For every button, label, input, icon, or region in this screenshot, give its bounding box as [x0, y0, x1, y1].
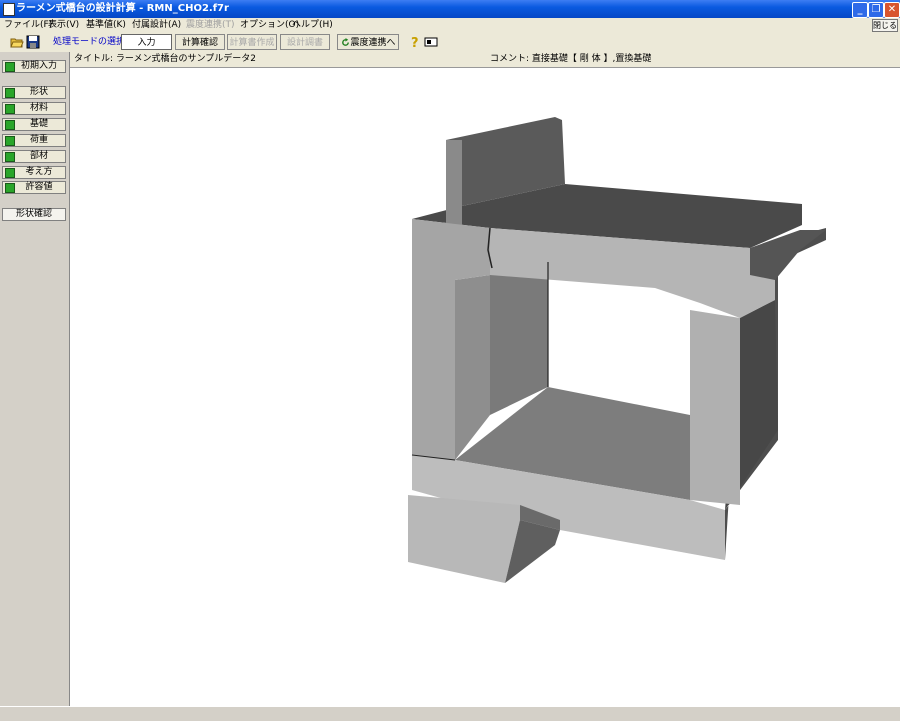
sidebar-item-foundation[interactable]: 基礎	[2, 118, 66, 131]
menu-help[interactable]: ヘルプ(H)	[292, 19, 333, 31]
menu-attached-design[interactable]: 付属設計(A)	[132, 19, 181, 31]
check-icon	[5, 183, 15, 193]
seismic-link-button[interactable]: 震度連携へ	[337, 34, 399, 50]
report-create-button[interactable]: 計算書作成	[227, 34, 277, 50]
card-icon[interactable]	[424, 35, 438, 49]
data-title: タイトル: ラーメン式橋台のサンプルデータ2	[74, 54, 256, 64]
shape-confirm-tab[interactable]: 形状確認	[2, 208, 66, 221]
menu-standard[interactable]: 基準値(K)	[86, 19, 126, 31]
close-button[interactable]: ✕	[884, 2, 900, 18]
mode-label: 処理モードの選択	[53, 37, 126, 47]
sidebar-item-member[interactable]: 部材	[2, 150, 66, 163]
menu-view[interactable]: 表示(V)	[48, 19, 79, 31]
refresh-icon	[342, 38, 349, 46]
check-icon	[5, 62, 15, 72]
data-comment: コメント: 直接基礎【 剛 体 】,置換基礎	[490, 54, 652, 64]
abutment-3d-model	[408, 117, 826, 583]
toolbar: 処理モードの選択 入力 計算確認 計算書作成 設計調書 震度連携へ ?	[0, 32, 900, 53]
status-bar	[0, 706, 900, 721]
sidebar-item-material[interactable]: 材料	[2, 102, 66, 115]
app-icon	[3, 3, 15, 16]
sidebar: 初期入力 形状 材料 基礎 荷重 部材 考え方 許容値 形状確認	[0, 52, 70, 706]
check-icon	[5, 104, 15, 114]
title-bar: ラーメン式橋台の設計計算 - RMN_CHO2.f7r _ ❐ ✕	[0, 0, 900, 18]
check-icon	[5, 88, 15, 98]
svg-text:?: ?	[411, 36, 419, 49]
sidebar-item-initial-input[interactable]: 初期入力	[2, 60, 66, 73]
open-folder-icon[interactable]	[10, 35, 24, 49]
menu-option[interactable]: オプション(O)	[240, 19, 299, 31]
sidebar-item-allowable[interactable]: 許容値	[2, 181, 66, 194]
maximize-button[interactable]: ❐	[868, 2, 884, 18]
calc-check-button[interactable]: 計算確認	[175, 34, 225, 50]
model-viewport[interactable]	[70, 68, 900, 706]
menu-seismic-link[interactable]: 震度連携(T)	[186, 19, 235, 31]
input-mode-button[interactable]: 入力	[121, 34, 172, 50]
close-doc-button[interactable]: 閉じる	[872, 19, 898, 32]
design-record-button[interactable]: 設計調書	[280, 34, 330, 50]
check-icon	[5, 168, 15, 178]
window-title: ラーメン式橋台の設計計算 - RMN_CHO2.f7r	[16, 3, 229, 14]
check-icon	[5, 120, 15, 130]
help-icon[interactable]: ?	[408, 35, 422, 49]
check-icon	[5, 152, 15, 162]
sidebar-item-load[interactable]: 荷重	[2, 134, 66, 147]
menu-file[interactable]: ファイル(F)	[4, 19, 52, 31]
info-bar: タイトル: ラーメン式橋台のサンプルデータ2 コメント: 直接基礎【 剛 体 】…	[70, 52, 900, 68]
minimize-button[interactable]: _	[852, 2, 868, 18]
sidebar-item-approach[interactable]: 考え方	[2, 166, 66, 179]
menu-bar: ファイル(F) 表示(V) 基準値(K) 付属設計(A) 震度連携(T) オプシ…	[0, 18, 900, 32]
check-icon	[5, 136, 15, 146]
sidebar-item-shape[interactable]: 形状	[2, 86, 66, 99]
seismic-link-label: 震度連携へ	[350, 38, 396, 48]
save-disk-icon[interactable]	[26, 35, 40, 49]
